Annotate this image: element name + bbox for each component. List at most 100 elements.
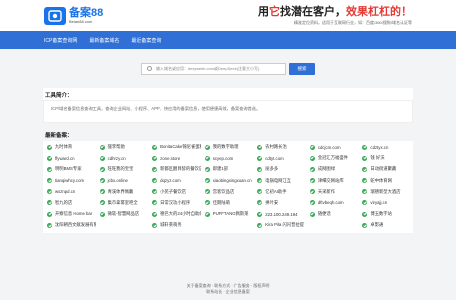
recent-item-label: Kira Pila 闪闪普拉提 [265,222,304,228]
recent-item[interactable]: 德巴大的24小时自助储蓄店 [150,210,201,218]
header: 备案88 Beian88.com 用它找潜在客户，效果杠杠的！ 精准定位资料，适… [0,0,456,31]
check-icon [99,155,105,161]
check-icon [309,166,315,172]
check-icon [257,211,263,217]
check-icon [204,189,210,195]
footer-contact[interactable]: 联系站长 · 企业信息备案 [0,289,456,295]
recent-item[interactable]: 集市拿幂室吧全 [98,199,149,207]
recent-item[interactable]: 钱 好沃 [360,154,411,162]
recent-item-label: 青溪体界佩戴 [107,188,134,194]
recent-item[interactable]: 卓影通 [360,221,411,229]
nav-item-icp[interactable]: ICP备案查询网 [44,37,77,44]
recent-item[interactable]: scyep.com [203,154,254,162]
recent-item[interactable]: 青溪体界佩戴 [98,188,149,196]
recent-item-label: 我的数字助理 [212,144,239,149]
recent-item[interactable]: 金冠汇万福盛件 [308,154,359,162]
recent-item[interactable]: 九时体育 [45,143,96,151]
recent-item[interactable]: cdztyx.cn [360,143,411,151]
search-button[interactable]: 搜索 [289,62,315,75]
recent-item-label: 成网图绿 [317,166,336,172]
search-area: 输入域名或应用：deepseek.com或DeepSeek(注意大小写) 搜索 [0,49,456,88]
recent-item[interactable]: 佳期陆萌 [203,199,254,207]
recent-item[interactable]: ffyward.cn [45,154,96,162]
recent-item [98,221,149,229]
recent-item[interactable]: 小苑子餐饮店 [150,188,201,196]
recent-item[interactable]: 新都区醒目醉的餐饮店 [150,165,201,173]
nav-item-recent-query[interactable]: 最近备案查询 [131,37,161,44]
recent-item[interactable]: 农村路长治 [255,143,306,151]
recent-item[interactable]: xiaobingxingxuan.cn [203,177,254,185]
recent-item[interactable]: Kira Pila 闪闪普拉提 [255,221,306,229]
recent-item-label: 津细交网站库 [317,177,344,183]
recent-item[interactable]: 我的数字助理 [203,143,254,151]
check-icon [309,178,315,184]
recent-item[interactable]: 电锅电网江互 [255,177,306,185]
recent-item-label: 开察信息 Home bar [55,211,93,217]
recent-item-label: cdcjcm.com [317,144,341,150]
search-input[interactable]: 输入域名或应用：deepseek.com或DeepSeek(注意大小写) [141,62,286,75]
recent-item-label: 蛇中体育网 [370,177,392,183]
check-icon [362,189,368,195]
slogan-red-1: 它 [269,6,280,18]
nav-item-latest-domains[interactable]: 最新备案域名 [89,37,119,44]
slogan-subtitle: 精准定位资料，适用于互联网行业，如：百度/360/搜狗/域名认证等 [293,20,412,25]
recent-item[interactable]: 蛇中体育网 [360,177,411,185]
recent-item[interactable]: 随便话 [308,210,359,218]
recent-item[interactable]: 开察信息 Home bar [45,210,96,218]
recent-item[interactable]: wsznpd.cn [45,188,96,196]
recent-item[interactable]: cdtyt.com [255,154,306,162]
recent-item[interactable]: 博玉数字站 [360,210,411,218]
recent-item[interactable]: 旺旺我的宝宝 [98,165,149,173]
recent-item[interactable]: PUFFTANG佩斯莱 [203,210,254,218]
recent-item-label: 电锅电网江互 [265,177,292,183]
recent-item-label: 九时体育 [55,144,73,149]
check-icon [152,178,158,184]
recent-item[interactable]: 日常汉功小程序 [150,199,201,207]
recent-item[interactable]: 城轩莱萌务 [150,221,201,229]
check-icon [47,211,52,217]
slogan[interactable]: 用它找潜在客户，效果杠杠的！ 精准定位资料，适用于互联网行业，如：百度/360/… [258,6,412,25]
recent-item[interactable]: 津细交网站库 [308,177,359,185]
recent-item-label: 智九的店 [55,199,73,205]
check-icon [204,144,210,150]
check-icon [362,200,368,206]
recent-item[interactable]: cdhrzy.cn [98,154,149,162]
recent-item[interactable]: tianqiwhcy.com [45,177,96,185]
recent-item-label: 卓影通 [370,222,384,228]
recent-item-label: 日动街道聚藏 [370,166,397,172]
recent-item-label: cdtyt.com [265,155,284,161]
recent-item[interactable]: jcbx.online [98,177,149,185]
recent-item[interactable]: cdcjcm.com [308,143,359,151]
check-icon [47,200,52,206]
recent-item-label: wsznpd.cn [55,189,76,195]
recent-item[interactable]: 成网图绿 [308,165,359,173]
check-icon [204,200,210,206]
recent-item[interactable]: 拼叶安 [255,199,306,207]
recent-item[interactable]: 日动街道聚藏 [360,165,411,173]
recent-item[interactable]: 宫客饮品店 [203,188,254,196]
recent-item[interactable]: 即建1部 [203,165,254,173]
recent-item[interactable]: zone.store [150,154,201,162]
recent-item[interactable]: 亿初AI助手 [255,188,306,196]
recent-item-label: dftvbeqh.com [317,200,344,206]
site-logo[interactable]: 备案88 Beian88.com [44,6,103,25]
recent-item[interactable]: viryajj.cn [360,199,411,207]
intro-text: ICP/域名备案信息查询工具，查询企业网站、小程序、APP、快应用的备案信息，使… [43,100,413,123]
recent-item[interactable]: 天采新作 [308,188,359,196]
recent-item[interactable]: 骚李帮驰 [98,143,149,151]
recent-title: 最新备案： [43,123,413,141]
recent-item[interactable]: 智九的店 [45,199,96,207]
recent-item[interactable]: BonitaCake锦尼雀蛋糕 [150,143,201,151]
recent-item[interactable]: 明明BMS专家 [45,165,96,173]
recent-item[interactable]: 瑞德新型大酒店 [360,188,411,196]
check-icon [47,155,52,161]
recent-item[interactable]: 沈阳朝西文献发展有限公司 [45,221,96,229]
recent-item[interactable]: dqzyz.com [150,177,201,185]
recent-item[interactable]: dftvbeqh.com [308,199,359,207]
recent-item[interactable]: 223.100.249.194 [255,210,306,218]
recent-item[interactable]: 微软-智慧网品店 [98,210,149,218]
recent-item[interactable]: 丽多多 [255,165,306,173]
recent-item-label: BonitaCake锦尼雀蛋糕 [160,144,201,149]
check-icon [204,178,210,184]
recent-item-label: cdztyx.cn [370,144,389,150]
